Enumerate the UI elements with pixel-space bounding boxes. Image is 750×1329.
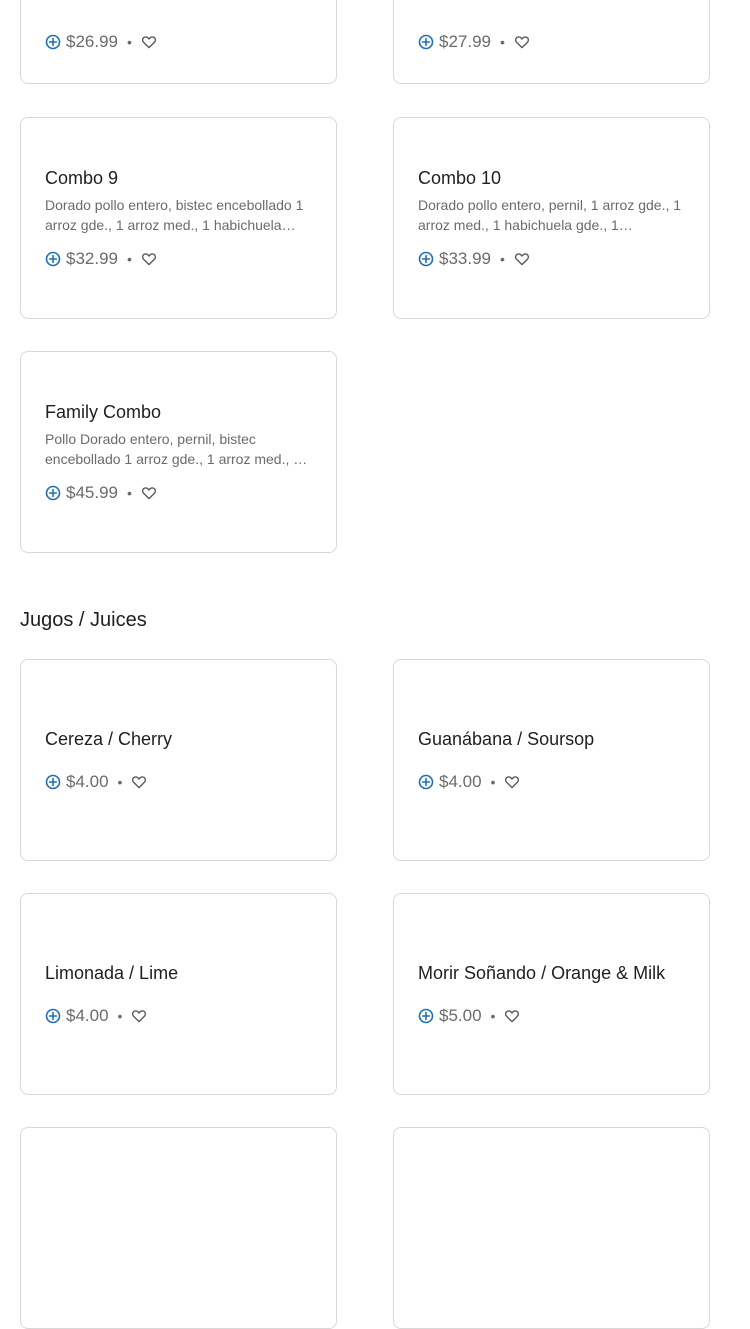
menu-item-meta: $45.99 • xyxy=(45,483,314,503)
menu-item-card[interactable]: Family Combo Pollo Dorado entero, pernil… xyxy=(20,351,337,553)
separator-dot: • xyxy=(127,485,132,501)
menu-item-card[interactable]: $27.99 • xyxy=(393,0,710,84)
menu-item-name: Morir Soñando / Orange & Milk xyxy=(418,963,666,983)
menu-item-description: Pollo Dorado entero, pernil, bistec ence… xyxy=(45,431,302,467)
menu-item-content: Limonada / Lime $4.00 • xyxy=(45,894,314,1094)
menu-item-content: $26.99 • xyxy=(45,0,314,83)
menu-item-name: Cereza / Cherry xyxy=(45,729,173,749)
separator-dot: • xyxy=(117,1008,123,1024)
menu-item-description: Dorado pollo entero, pernil, 1 arroz gde… xyxy=(418,197,682,233)
menu-item-meta: $4.00 • xyxy=(418,772,687,792)
menu-item-price: $4.00 xyxy=(439,772,482,791)
menu-item-meta: $4.00 • xyxy=(45,772,314,792)
plus-circle-icon[interactable] xyxy=(45,34,61,50)
menu-item-content: Morir Soñando / Orange & Milk $5.00 • xyxy=(418,894,687,1094)
menu-item-content: Family Combo Pollo Dorado entero, pernil… xyxy=(45,352,314,552)
plus-circle-icon[interactable] xyxy=(45,774,61,790)
plus-circle-icon[interactable] xyxy=(45,251,61,267)
plus-circle-icon[interactable] xyxy=(45,485,61,501)
separator-dot: • xyxy=(490,1008,496,1024)
heart-outline-icon[interactable] xyxy=(504,1008,520,1024)
plus-circle-icon[interactable] xyxy=(418,774,434,790)
heart-outline-icon[interactable] xyxy=(131,774,147,790)
plus-circle-icon[interactable] xyxy=(418,34,434,50)
heart-outline-icon[interactable] xyxy=(514,251,530,267)
menu-item-price: $5.00 xyxy=(439,1006,482,1025)
plus-circle-icon[interactable] xyxy=(418,251,434,267)
menu-item-meta: $4.00 • xyxy=(45,1006,314,1026)
heart-outline-icon[interactable] xyxy=(514,34,530,50)
menu-item-content: Cereza / Cherry $4.00 • xyxy=(45,660,314,860)
menu-item-meta: $27.99 • xyxy=(418,32,687,52)
menu-item-content: Combo 10 Dorado pollo entero, pernil, 1 … xyxy=(418,118,687,318)
menu-item-name: Limonada / Lime xyxy=(45,963,179,983)
menu-item-card[interactable]: Guanábana / Soursop $4.00 • xyxy=(393,659,710,861)
separator-dot: • xyxy=(500,34,505,50)
menu-item-name: Combo 9 xyxy=(45,168,119,188)
menu-item-price: $33.99 xyxy=(439,249,491,268)
menu-item-card[interactable]: Limonada / Lime $4.00 • xyxy=(20,893,337,1095)
menu-item-meta: $5.00 • xyxy=(418,1006,687,1026)
menu-item-price: $45.99 xyxy=(66,483,118,502)
menu-item-price: $32.99 xyxy=(66,249,118,268)
menu-item-content xyxy=(45,1128,314,1328)
heart-outline-icon[interactable] xyxy=(141,485,157,501)
separator-dot: • xyxy=(127,34,132,50)
menu-item-meta: $32.99 • xyxy=(45,249,314,269)
menu-item-content: $27.99 • xyxy=(418,0,687,83)
menu-item-price: $26.99 xyxy=(66,32,118,51)
heart-outline-icon[interactable] xyxy=(141,251,157,267)
menu-item-name: Guanábana / Soursop xyxy=(418,729,595,749)
plus-circle-icon[interactable] xyxy=(418,1008,434,1024)
menu-item-content xyxy=(418,1128,687,1328)
heart-outline-icon[interactable] xyxy=(141,34,157,50)
menu-item-price: $4.00 xyxy=(66,772,109,791)
menu-item-content: Guanábana / Soursop $4.00 • xyxy=(418,660,687,860)
menu-item-content: Combo 9 Dorado pollo entero, bistec ence… xyxy=(45,118,314,318)
separator-dot: • xyxy=(117,774,123,790)
menu-item-price: $4.00 xyxy=(66,1006,109,1025)
menu-item-card[interactable]: Combo 9 Dorado pollo entero, bistec ence… xyxy=(20,117,337,319)
menu-item-meta: $33.99 • xyxy=(418,249,687,269)
menu-item-card[interactable]: Morir Soñando / Orange & Milk $5.00 • xyxy=(393,893,710,1095)
separator-dot: • xyxy=(500,251,505,267)
menu-item-name: Combo 10 xyxy=(418,168,502,188)
separator-dot: • xyxy=(127,251,132,267)
menu-item-card[interactable]: Cereza / Cherry $4.00 • xyxy=(20,659,337,861)
menu-item-price: $27.99 xyxy=(439,32,491,51)
menu-item-card[interactable] xyxy=(393,1127,710,1329)
menu-item-card[interactable] xyxy=(20,1127,337,1329)
separator-dot: • xyxy=(490,774,496,790)
heart-outline-icon[interactable] xyxy=(131,1008,147,1024)
menu-item-card[interactable]: $26.99 • xyxy=(20,0,337,84)
menu-item-name: Family Combo xyxy=(45,402,162,422)
menu-item-description: Dorado pollo entero, bistec encebollado … xyxy=(45,197,304,233)
menu-item-meta: $26.99 • xyxy=(45,32,314,52)
menu-item-card[interactable]: Combo 10 Dorado pollo entero, pernil, 1 … xyxy=(393,117,710,319)
section-title: Jugos / Juices xyxy=(20,609,147,631)
plus-circle-icon[interactable] xyxy=(45,1008,61,1024)
heart-outline-icon[interactable] xyxy=(504,774,520,790)
